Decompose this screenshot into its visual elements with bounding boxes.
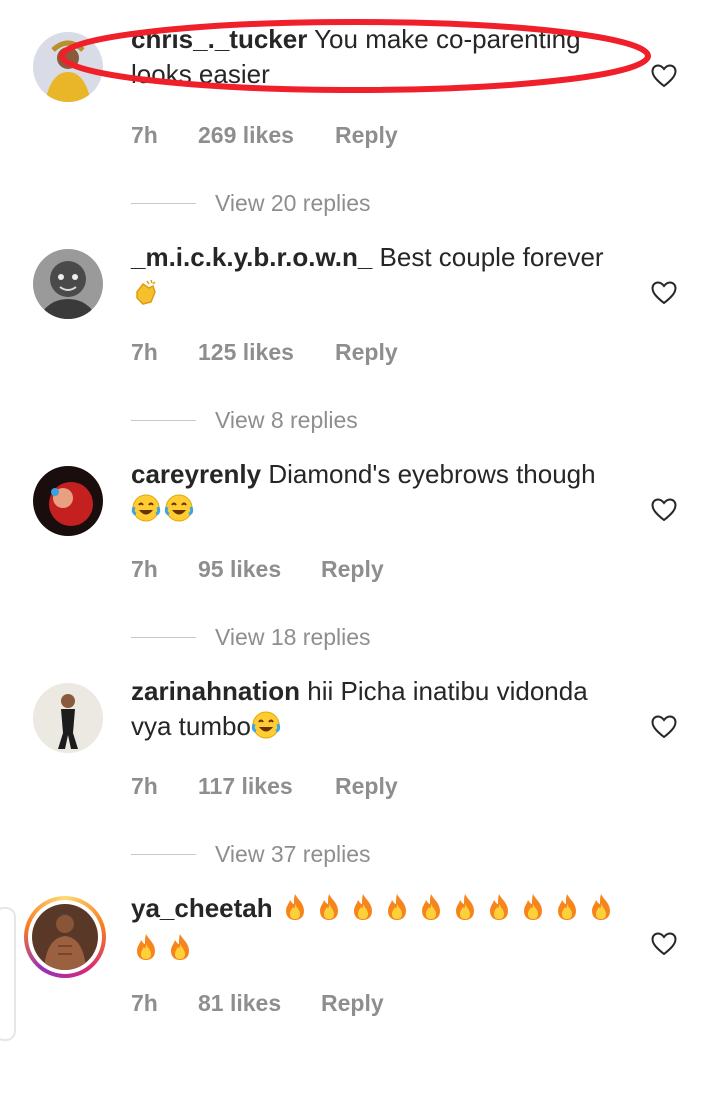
reply-button[interactable]: Reply — [321, 990, 384, 1017]
like-heart-icon[interactable] — [651, 715, 677, 739]
fire-emoji — [314, 892, 344, 931]
comment-time[interactable]: 7h — [131, 556, 158, 583]
reply-button[interactable]: Reply — [321, 556, 384, 583]
like-heart-icon[interactable] — [651, 932, 677, 956]
comment-likes[interactable]: 95 likes — [198, 556, 281, 583]
story-ring-avatar[interactable] — [24, 896, 106, 978]
fire-emoji — [348, 892, 378, 931]
avatar[interactable] — [33, 683, 103, 753]
fire-emoji — [416, 892, 446, 931]
like-heart-icon[interactable] — [651, 64, 677, 88]
comment-username[interactable]: ya_cheetah — [131, 893, 273, 923]
fire-emoji — [518, 892, 548, 931]
view-replies-label[interactable]: View 20 replies — [215, 190, 371, 217]
like-heart-icon[interactable] — [651, 498, 677, 522]
avatar[interactable] — [33, 249, 103, 319]
comment-item: chris_._tucker You make co-parenting loo… — [0, 19, 720, 237]
comment-text: Diamond's eyebrows though — [268, 459, 596, 489]
comment-item: _m.i.c.k.y.b.r.o.w.n_ Best couple foreve… — [0, 237, 720, 454]
view-replies-label[interactable]: View 37 replies — [215, 841, 371, 868]
comment-likes[interactable]: 117 likes — [198, 773, 293, 800]
avatar[interactable] — [33, 466, 103, 536]
comment-time[interactable]: 7h — [131, 990, 158, 1017]
fire-emoji — [280, 892, 310, 931]
fire-emoji — [450, 892, 480, 931]
tears-of-joy-emoji — [131, 493, 161, 532]
reply-button[interactable]: Reply — [335, 773, 398, 800]
bottom-sheet-edge — [0, 907, 16, 1041]
clapping-hands-emoji — [131, 278, 159, 315]
view-replies-label[interactable]: View 8 replies — [215, 407, 358, 434]
avatar[interactable] — [33, 32, 103, 102]
view-replies-label[interactable]: View 18 replies — [215, 624, 371, 651]
fire-emoji — [552, 892, 582, 931]
fire-emoji — [586, 892, 616, 931]
comment-text: Best couple forever — [379, 242, 604, 272]
replies-divider — [131, 420, 196, 421]
tears-of-joy-emoji — [164, 493, 194, 532]
reply-button[interactable]: Reply — [335, 122, 398, 149]
fire-emoji — [484, 892, 514, 931]
fire-emoji — [165, 932, 195, 971]
story-ring-gap — [28, 900, 102, 974]
fire-emoji — [131, 932, 161, 971]
like-heart-icon[interactable] — [651, 281, 677, 305]
tears-of-joy-emoji — [251, 710, 281, 749]
replies-divider — [131, 203, 196, 204]
reply-button[interactable]: Reply — [335, 339, 398, 366]
fire-emoji — [382, 892, 412, 931]
replies-divider — [131, 637, 196, 638]
comment-username[interactable]: chris_._tucker — [131, 24, 307, 54]
comment-likes[interactable]: 125 likes — [198, 339, 294, 366]
comment-username[interactable]: zarinahnation — [131, 676, 300, 706]
comment-time[interactable]: 7h — [131, 773, 158, 800]
comment-item: ya_cheetah 7h 81 likes Reply — [0, 888, 720, 1105]
comment-time[interactable]: 7h — [131, 122, 158, 149]
comment-item: zarinahnation hii Picha inatibu vidonda … — [0, 671, 720, 888]
avatar[interactable] — [32, 904, 98, 970]
comment-item: careyrenly Diamond's eyebrows though 7h … — [0, 454, 720, 671]
comment-likes[interactable]: 269 likes — [198, 122, 294, 149]
comment-time[interactable]: 7h — [131, 339, 158, 366]
comment-likes[interactable]: 81 likes — [198, 990, 281, 1017]
replies-divider — [131, 854, 196, 855]
comment-username[interactable]: careyrenly — [131, 459, 261, 489]
comment-username[interactable]: _m.i.c.k.y.b.r.o.w.n_ — [131, 242, 372, 272]
